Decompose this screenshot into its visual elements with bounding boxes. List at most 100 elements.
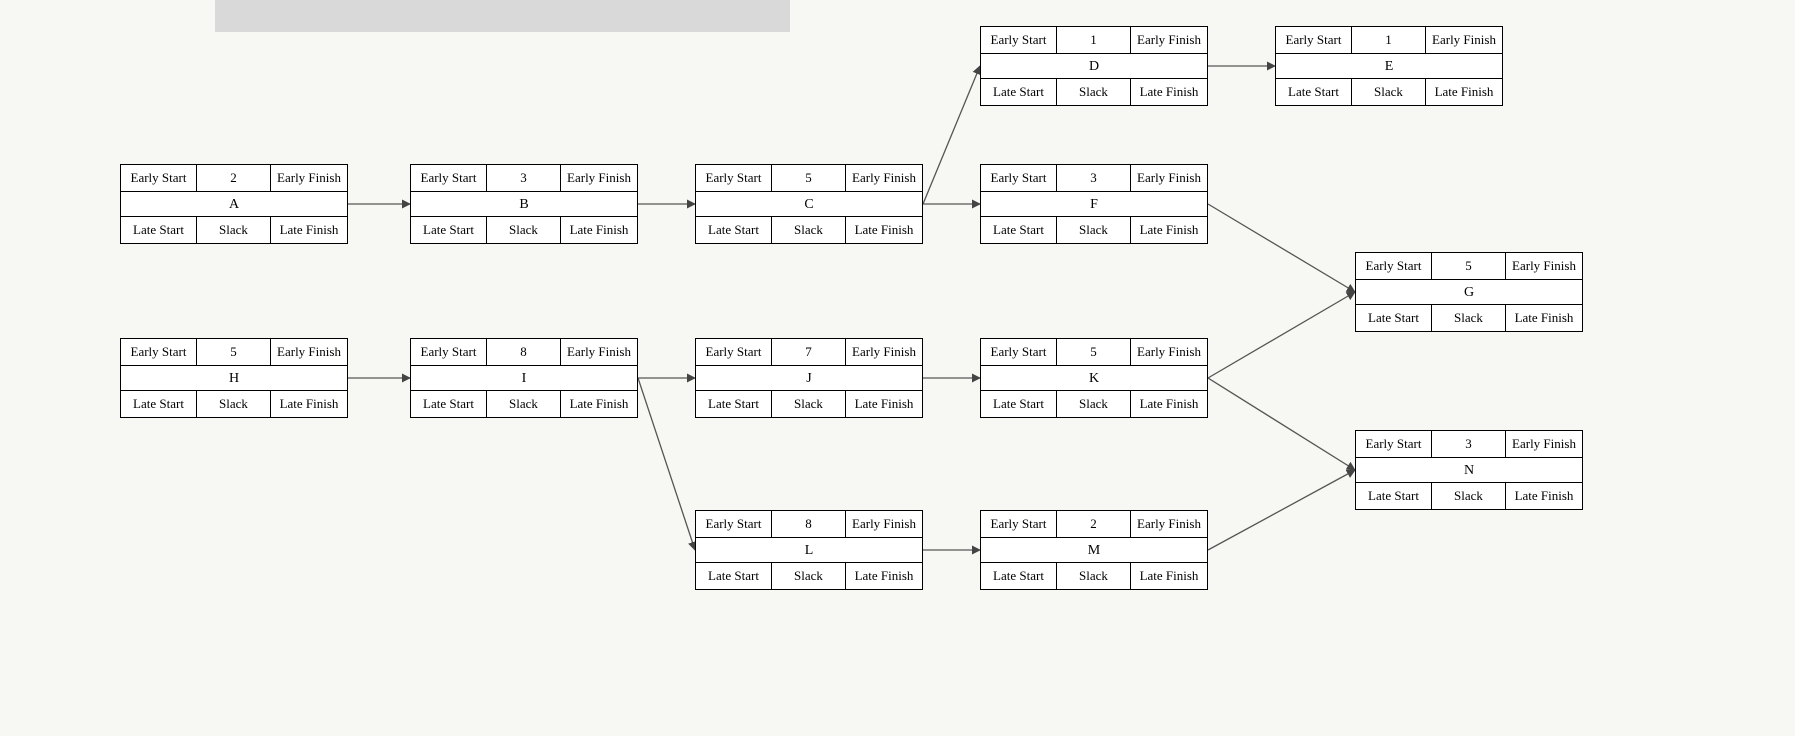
slack-label: Slack [1057,563,1131,589]
ef-label: Early Finish [1131,27,1207,53]
activity-node-M: Early Start2Early FinishMLate StartSlack… [980,510,1208,590]
duration: 5 [197,339,271,365]
lf-label: Late Finish [1131,563,1207,589]
ef-label: Early Finish [846,339,922,365]
activity-name: D [981,53,1207,79]
activity-name: M [981,537,1207,563]
activity-node-H: Early Start5Early FinishHLate StartSlack… [120,338,348,418]
ef-label: Early Finish [1131,339,1207,365]
ef-label: Early Finish [1506,431,1582,457]
duration: 1 [1352,27,1426,53]
ls-label: Late Start [1356,483,1432,509]
edge-K-N [1208,378,1355,470]
slack-label: Slack [772,217,846,243]
es-label: Early Start [696,339,772,365]
duration: 7 [772,339,846,365]
slack-label: Slack [1432,305,1506,331]
slack-label: Slack [772,391,846,417]
activity-name: E [1276,53,1502,79]
duration: 8 [772,511,846,537]
ef-label: Early Finish [561,165,637,191]
activity-name: B [411,191,637,217]
activity-name: K [981,365,1207,391]
activity-name: N [1356,457,1582,483]
ef-label: Early Finish [271,165,347,191]
slack-label: Slack [197,391,271,417]
activity-node-F: Early Start3Early FinishFLate StartSlack… [980,164,1208,244]
activity-node-J: Early Start7Early FinishJLate StartSlack… [695,338,923,418]
activity-name: H [121,365,347,391]
es-label: Early Start [981,165,1057,191]
activity-name: F [981,191,1207,217]
es-label: Early Start [411,165,487,191]
activity-node-N: Early Start3Early FinishNLate StartSlack… [1355,430,1583,510]
slack-label: Slack [197,217,271,243]
activity-name: J [696,365,922,391]
slack-label: Slack [1057,217,1131,243]
es-label: Early Start [1356,253,1432,279]
edge-I-L [638,378,695,550]
activity-node-K: Early Start5Early FinishKLate StartSlack… [980,338,1208,418]
ls-label: Late Start [121,391,197,417]
duration: 1 [1057,27,1131,53]
activity-name: G [1356,279,1582,305]
edge-F-G [1208,204,1355,292]
lf-label: Late Finish [271,391,347,417]
lf-label: Late Finish [1506,483,1582,509]
activity-node-G: Early Start5Early FinishGLate StartSlack… [1355,252,1583,332]
ls-label: Late Start [1276,79,1352,105]
lf-label: Late Finish [1131,217,1207,243]
ls-label: Late Start [981,217,1057,243]
es-label: Early Start [696,511,772,537]
ls-label: Late Start [696,217,772,243]
slack-label: Slack [1057,391,1131,417]
ls-label: Late Start [981,391,1057,417]
es-label: Early Start [981,339,1057,365]
gray-bar [215,0,790,32]
duration: 2 [197,165,271,191]
activity-name: I [411,365,637,391]
activity-node-E: Early Start1Early FinishELate StartSlack… [1275,26,1503,106]
ls-label: Late Start [121,217,197,243]
activity-node-L: Early Start8Early FinishLLate StartSlack… [695,510,923,590]
duration: 3 [1057,165,1131,191]
lf-label: Late Finish [1506,305,1582,331]
lf-label: Late Finish [846,563,922,589]
activity-node-I: Early Start8Early FinishILate StartSlack… [410,338,638,418]
es-label: Early Start [981,511,1057,537]
duration: 8 [487,339,561,365]
activity-node-A: Early Start2Early FinishALate StartSlack… [120,164,348,244]
lf-label: Late Finish [846,391,922,417]
activity-name: A [121,191,347,217]
es-label: Early Start [1356,431,1432,457]
ls-label: Late Start [411,391,487,417]
ef-label: Early Finish [561,339,637,365]
activity-node-D: Early Start1Early FinishDLate StartSlack… [980,26,1208,106]
es-label: Early Start [121,339,197,365]
lf-label: Late Finish [271,217,347,243]
lf-label: Late Finish [846,217,922,243]
slack-label: Slack [1432,483,1506,509]
duration: 5 [772,165,846,191]
duration: 3 [487,165,561,191]
lf-label: Late Finish [561,217,637,243]
activity-name: L [696,537,922,563]
activity-node-B: Early Start3Early FinishBLate StartSlack… [410,164,638,244]
slack-label: Slack [1352,79,1426,105]
es-label: Early Start [121,165,197,191]
slack-label: Slack [487,217,561,243]
duration: 5 [1432,253,1506,279]
activity-node-C: Early Start5Early FinishCLate StartSlack… [695,164,923,244]
ls-label: Late Start [981,563,1057,589]
ef-label: Early Finish [846,165,922,191]
edge-K-G [1208,292,1355,378]
edge-C-D [923,66,980,204]
duration: 3 [1432,431,1506,457]
ef-label: Early Finish [1131,511,1207,537]
lf-label: Late Finish [1131,79,1207,105]
ls-label: Late Start [696,391,772,417]
ls-label: Late Start [411,217,487,243]
edge-M-N [1208,470,1355,550]
ef-label: Early Finish [1426,27,1502,53]
es-label: Early Start [981,27,1057,53]
